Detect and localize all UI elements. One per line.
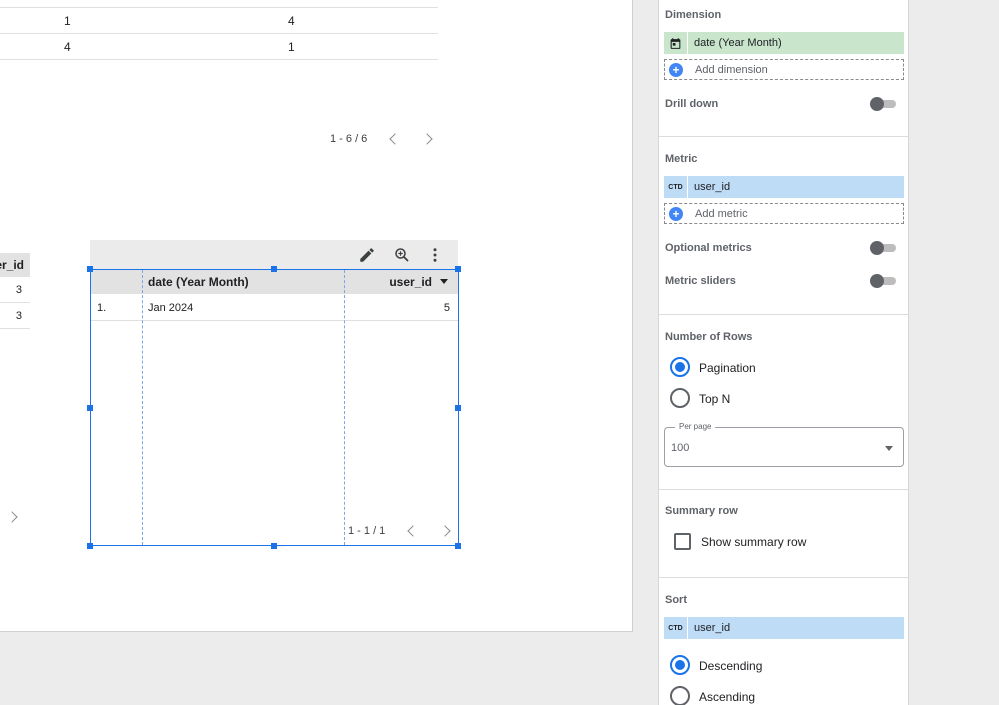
table-row[interactable]: 4 1	[0, 33, 438, 59]
resize-handle[interactable]	[455, 543, 461, 549]
table-row[interactable]: 3	[0, 277, 30, 303]
toggle-knob	[870, 241, 884, 255]
metric-chip[interactable]: CTD user_id	[664, 176, 904, 198]
sort-chip-label: user_id	[694, 622, 731, 634]
add-metric-label: Add metric	[695, 208, 748, 220]
table-cell: 5	[443, 302, 450, 314]
optional-metrics-toggle[interactable]	[870, 241, 896, 255]
table-row[interactable]: 1 4	[0, 7, 438, 33]
section-title-sort: Sort	[665, 594, 687, 606]
show-summary-row-label: Show summary row	[701, 535, 807, 549]
metric-type-label: CTD	[664, 176, 688, 198]
calendar-icon	[664, 32, 688, 54]
pagination-radio-label: Pagination	[699, 361, 756, 375]
table-cell: 4	[288, 14, 295, 28]
table-cell: 1	[64, 14, 71, 28]
drill-down-label: Drill down	[665, 98, 719, 110]
section-divider	[659, 489, 908, 490]
plus-icon: +	[669, 207, 683, 221]
selected-table-chart[interactable]: date (Year Month) user_id 1. Jan 2024 5 …	[90, 269, 459, 546]
resize-handle[interactable]	[271, 543, 277, 549]
ascending-radio-label: Ascending	[699, 690, 756, 704]
pagination-text: 1 - 6 / 6	[330, 133, 368, 145]
pagination-text: 1 - 1 / 1	[348, 525, 386, 537]
section-title-rows: Number of Rows	[665, 331, 753, 343]
properties-panel: Dimension date (Year Month) + Add dimens…	[658, 0, 909, 705]
column-guide	[142, 270, 143, 545]
column-guide	[344, 270, 345, 545]
section-title-summary: Summary row	[665, 505, 738, 517]
table-header[interactable]: er_id	[0, 253, 30, 277]
chevron-right-icon[interactable]	[439, 525, 451, 537]
add-metric-button[interactable]: + Add metric	[664, 203, 904, 224]
chevron-left-icon[interactable]	[389, 133, 401, 145]
zoom-explore-icon[interactable]	[393, 246, 411, 264]
resize-handle[interactable]	[455, 266, 461, 272]
per-page-value: 100	[671, 442, 690, 454]
chevron-left-icon[interactable]	[407, 525, 419, 537]
top-n-radio[interactable]	[670, 388, 690, 408]
sort-chip[interactable]: CTD user_id	[664, 617, 904, 639]
section-divider	[659, 314, 908, 315]
more-vert-icon[interactable]	[426, 246, 444, 264]
show-summary-row-checkbox[interactable]	[674, 533, 691, 550]
chevron-down-icon	[885, 446, 893, 451]
table-cell: 1	[288, 40, 295, 54]
table-row[interactable]: 1. Jan 2024 5	[91, 294, 458, 321]
dimension-chip-label: date (Year Month)	[694, 37, 782, 49]
table-header[interactable]: date (Year Month) user_id	[91, 270, 458, 294]
table-cell: Jan 2024	[148, 302, 194, 314]
section-title-metric: Metric	[665, 153, 698, 165]
section-divider	[659, 577, 908, 578]
per-page-select[interactable]: Per page 100	[664, 422, 904, 467]
add-dimension-label: Add dimension	[695, 64, 768, 76]
metric-sliders-toggle[interactable]	[870, 274, 896, 288]
pagination-radio[interactable]	[670, 357, 690, 377]
toggle-knob	[870, 274, 884, 288]
ascending-radio[interactable]	[670, 686, 690, 705]
top-table-pagination: 1 - 6 / 6	[330, 133, 433, 145]
column-header-date[interactable]: date (Year Month)	[148, 275, 249, 289]
section-divider	[659, 136, 908, 137]
descending-radio-label: Descending	[699, 659, 763, 673]
table-row[interactable]: 3	[0, 303, 30, 329]
section-title-dimension: Dimension	[665, 9, 722, 21]
add-dimension-button[interactable]: + Add dimension	[664, 59, 904, 80]
table-pagination: 1 - 1 / 1	[348, 525, 451, 537]
descending-radio[interactable]	[670, 655, 690, 675]
chevron-right-icon[interactable]	[421, 133, 433, 145]
optional-metrics-label: Optional metrics	[665, 242, 752, 254]
toggle-knob	[870, 97, 884, 111]
table-cell: 3	[15, 310, 22, 322]
pencil-icon[interactable]	[358, 246, 376, 264]
chevron-right-icon[interactable]	[6, 511, 18, 523]
resize-handle[interactable]	[87, 266, 93, 272]
metric-sliders-label: Metric sliders	[665, 275, 736, 287]
column-header-user-id[interactable]: user_id	[389, 275, 432, 289]
dimension-chip[interactable]: date (Year Month)	[664, 32, 904, 54]
report-canvas[interactable]: 1 4 4 1 1 - 6 / 6 er_id 3 3	[0, 0, 633, 632]
sort-desc-icon[interactable]	[440, 279, 448, 284]
sort-type-label: CTD	[664, 617, 688, 639]
resize-handle[interactable]	[87, 543, 93, 549]
row-index: 1.	[97, 302, 107, 314]
column-header: er_id	[0, 258, 24, 272]
top-n-radio-label: Top N	[699, 392, 731, 406]
table-cell: 3	[15, 284, 22, 296]
drill-down-toggle[interactable]	[870, 97, 896, 111]
table-divider	[0, 59, 438, 60]
table-cell: 4	[64, 40, 71, 54]
resize-handle[interactable]	[271, 266, 277, 272]
metric-chip-label: user_id	[694, 181, 731, 193]
plus-icon: +	[669, 63, 683, 77]
resize-handle[interactable]	[455, 405, 461, 411]
resize-handle[interactable]	[87, 405, 93, 411]
per-page-label: Per page	[675, 422, 716, 431]
